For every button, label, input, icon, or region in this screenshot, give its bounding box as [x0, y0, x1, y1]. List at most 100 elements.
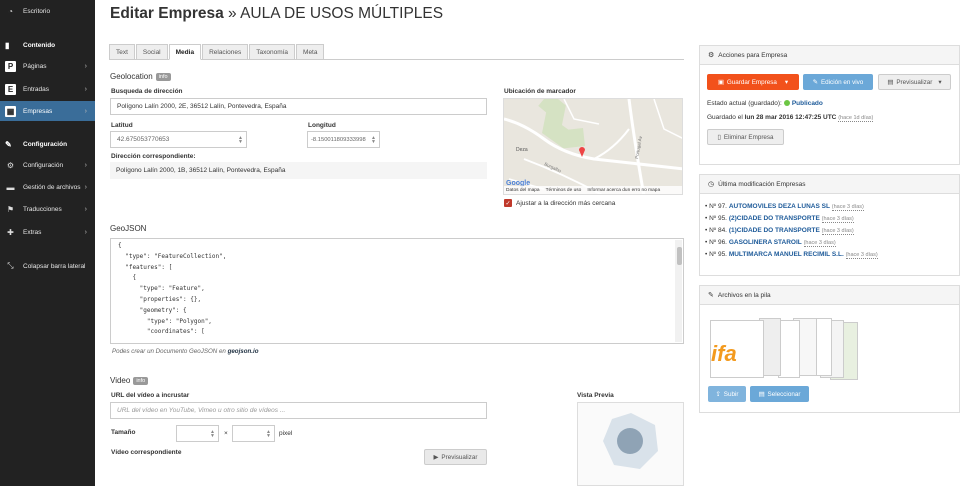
modification-link[interactable]: GASOLINERA STAROIL — [729, 239, 802, 246]
modification-link[interactable]: MULTIMARCA MANUEL RECIMIL S.L. — [729, 251, 844, 258]
gear-icon: ⚙ — [708, 52, 715, 59]
chevron-right-icon: › — [84, 183, 87, 191]
sidebar-item-entries[interactable]: E Entradas › — [0, 79, 95, 99]
video-heading: Video info — [110, 376, 149, 385]
file-thumbnail[interactable] — [778, 320, 800, 378]
spinner-icon[interactable]: ▲ ▼ — [210, 429, 215, 438]
chevron-down-icon[interactable]: ▾ — [785, 79, 788, 86]
latitude-input[interactable]: 42.675053770653 ▲ ▼ — [110, 131, 247, 148]
save-company-button[interactable]: ▣ Guardar Empresa ▾ — [707, 74, 799, 90]
saved-line: Guardado el lun 28 mar 2016 12:47:25 UTC… — [707, 114, 874, 122]
sidebar-item-pages[interactable]: P Páginas › — [0, 56, 95, 76]
select-icon: ▤ — [758, 390, 765, 398]
collapse-icon: ⤡ — [7, 261, 14, 270]
address-search-input[interactable]: Polígono Lalín 2000, 2E, 36512 Lalín, Po… — [110, 98, 487, 115]
tab-text[interactable]: Text — [109, 44, 135, 60]
preview-button[interactable]: ▤ Previsualizar ▾ — [878, 74, 951, 90]
chevron-right-icon: › — [84, 85, 87, 93]
tab-media[interactable]: Media — [168, 44, 202, 60]
live-edit-button[interactable]: ✎ Edición en vivo — [803, 74, 873, 90]
edit-icon: ✎ — [812, 78, 818, 86]
sidebar-item-dashboard[interactable]: ◔ Escritorio — [0, 1, 95, 21]
chevron-right-icon: › — [84, 205, 87, 213]
spinner-icon[interactable]: ▲ ▼ — [238, 135, 243, 144]
tab-meta[interactable]: Meta — [296, 44, 325, 60]
geolocation-heading: Geolocation info — [110, 72, 171, 81]
geojson-editor[interactable]: { "type": "FeatureCollection", "features… — [110, 238, 684, 344]
list-item[interactable]: • Nº 84. (1)CIDADE DO TRANSPORTE (hace 3… — [705, 227, 854, 235]
longitude-label: Longitud — [308, 122, 336, 129]
map-report-link[interactable]: Informar acerca dun erro no mapa — [587, 188, 660, 193]
times-symbol: × — [224, 430, 228, 437]
tab-taxonomy[interactable]: Taxonomía — [249, 44, 296, 60]
sidebar-item-extras[interactable]: ✚ Extras › — [0, 222, 95, 242]
paperclip-icon: ✎ — [708, 292, 714, 299]
settings-icon: ⚙ — [6, 160, 15, 170]
upload-button[interactable]: ⇪ Subir — [708, 386, 746, 402]
file-thumbnail[interactable]: ifa — [710, 320, 764, 378]
video-preview-box — [577, 402, 684, 486]
video-preview-button[interactable]: ▶ Previsualizar — [424, 449, 487, 465]
map-terms-link[interactable]: Términos de uso — [546, 188, 582, 193]
status-dot-icon — [783, 100, 790, 107]
modification-link[interactable]: (2)CIDADE DO TRANSPORTE — [729, 215, 820, 222]
code-line: "type": "Polygon", — [118, 317, 212, 325]
sidebar: ◔ Escritorio ▮ Contenido P Páginas › E E… — [0, 0, 95, 486]
modifications-panel-header: ◷ Última modificación Empresas — [700, 175, 959, 194]
status-value: Publicado — [791, 100, 823, 107]
flag-icon: ⚑ — [6, 204, 15, 214]
select-button[interactable]: ▤ Seleccionar — [750, 386, 809, 402]
info-badge[interactable]: info — [155, 72, 171, 81]
delete-company-button[interactable]: ▯ Eliminar Empresa — [707, 129, 784, 145]
clock-icon: ◷ — [708, 181, 715, 188]
sidebar-item-translations[interactable]: ⚑ Traducciones › — [0, 199, 95, 219]
actions-panel-header: ⚙ Acciones para Empresa — [700, 46, 959, 65]
list-item[interactable]: • Nº 95. MULTIMARCA MANUEL RECIMIL S.L. … — [705, 251, 878, 259]
address-match-value: Polígono Lalín 2000, 1B, 36512 Lalín, Po… — [110, 162, 487, 179]
video-width-input[interactable]: ▲ ▼ — [176, 425, 219, 442]
video-height-input[interactable]: ▲ ▼ — [232, 425, 275, 442]
wrench-icon: ✎ — [5, 140, 12, 149]
upload-icon: ⇪ — [715, 390, 721, 398]
sidebar-item-settings[interactable]: ⚙ Configuración › — [0, 155, 95, 175]
thumbnail-logo-text: ifa — [711, 341, 737, 366]
entries-icon: E — [5, 83, 16, 95]
status-line: Estado actual (guardado): Publicado — [707, 100, 823, 107]
modification-link[interactable]: AUTOMOVILES DEZA LUNAS SL — [729, 203, 830, 210]
modification-link[interactable]: (1)CIDADE DO TRANSPORTE — [729, 227, 820, 234]
tab-social[interactable]: Social — [135, 44, 168, 60]
longitude-input[interactable]: -8.150011809333998 ▲ ▼ — [307, 131, 380, 148]
tab-relations[interactable]: Relaciones — [202, 44, 249, 60]
pages-icon: P — [5, 60, 16, 72]
geojson-heading: GeoJSON — [110, 224, 147, 233]
page-title: Editar Empresa » AULA DE USOS MÚLTIPLES — [110, 5, 444, 22]
play-icon: ▶ — [433, 453, 439, 461]
sidebar-collapse[interactable]: ⤡ Colapsar barra lateral — [0, 256, 95, 276]
location-map[interactable]: Deza Burgalho Portugal Av Google Datos d… — [503, 98, 683, 195]
chevron-down-icon[interactable]: ▾ — [938, 79, 941, 86]
list-item[interactable]: • Nº 96. GASOLINERA STAROIL (hace 3 días… — [705, 239, 836, 247]
map-data-link[interactable]: Datos del mapa — [506, 188, 540, 193]
scrollbar-thumb[interactable] — [677, 247, 682, 265]
folder-icon: ▬ — [6, 182, 15, 192]
sidebar-item-label: Escritorio — [23, 7, 51, 15]
modifications-panel: ◷ Última modificación Empresas — [699, 174, 960, 276]
tab-bar: Text Social Media Relaciones Taxonomía M… — [109, 44, 684, 60]
code-line: "properties": {}, — [118, 295, 202, 303]
plugin-icon: ✚ — [7, 227, 14, 237]
code-line: { — [118, 242, 122, 249]
spinner-icon[interactable]: ▲ ▼ — [266, 429, 271, 438]
adjust-address-checkbox[interactable]: ✓ Ajustar a la dirección más cercana — [504, 199, 615, 207]
info-badge[interactable]: info — [133, 376, 149, 385]
video-url-input[interactable]: URL del vídeo en YouTube, Vimeo u otro s… — [110, 402, 487, 419]
geojson-link[interactable]: geojson.io — [228, 348, 259, 355]
list-item[interactable]: • Nº 97. AUTOMOVILES DEZA LUNAS SL (hace… — [705, 203, 864, 211]
sidebar-item-companies[interactable]: ▦ Empresas › — [0, 101, 95, 121]
map-footer: Datos del mapa Términos de uso Informar … — [504, 186, 682, 194]
checkbox-icon[interactable]: ✓ — [504, 199, 512, 207]
code-line: { — [118, 274, 137, 282]
list-item[interactable]: • Nº 95. (2)CIDADE DO TRANSPORTE (hace 3… — [705, 215, 854, 223]
video-url-label: URL del vídeo a incrustar — [111, 392, 190, 399]
sidebar-item-files[interactable]: ▬ Gestión de archivos › — [0, 177, 95, 197]
spinner-icon[interactable]: ▲ ▼ — [371, 135, 376, 144]
